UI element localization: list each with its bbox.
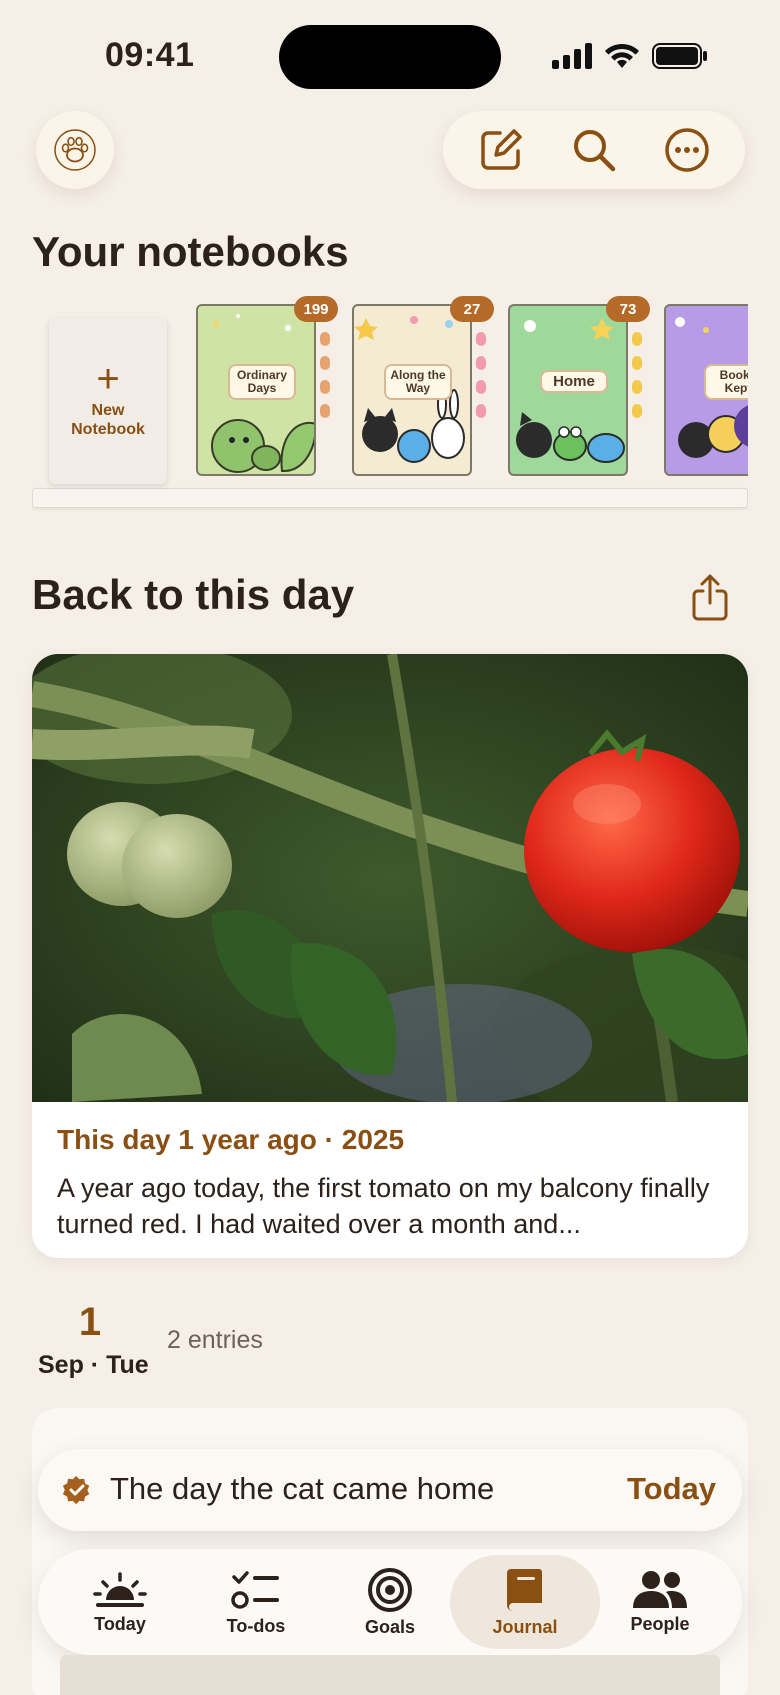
notebook-title: Home	[540, 370, 608, 393]
notebook-ordinary-days[interactable]: Ordinary Days 199	[196, 296, 338, 476]
header-actions	[443, 111, 745, 189]
checklist-icon	[231, 1570, 279, 1609]
tab-people[interactable]: People	[592, 1549, 728, 1655]
tab-label: To-dos	[226, 1615, 286, 1636]
tab-label: Goals	[364, 1616, 416, 1637]
target-icon	[368, 1567, 412, 1612]
notebook-books-kept[interactable]: Books Kept	[664, 304, 748, 476]
new-notebook-label: New Notebook	[71, 402, 145, 438]
wifi-icon	[605, 43, 639, 68]
search-button[interactable]	[564, 120, 624, 180]
back-to-day-title: Back to this day	[32, 571, 355, 618]
verified-check-icon	[62, 1475, 90, 1505]
tab-bar: Today To-dos Goals Journal People	[38, 1549, 742, 1655]
notebooks-title: Your notebooks	[32, 228, 349, 275]
memory-card[interactable]: This day 1 year ago · 2025 A year ago to…	[32, 654, 748, 1258]
status-time: 09:41	[105, 36, 195, 74]
new-notebook-button[interactable]: + New Notebook	[49, 318, 167, 484]
notebook-along-the-way[interactable]: Along the Way 27	[352, 296, 494, 476]
share-icon	[692, 574, 728, 621]
tab-label: Journal	[492, 1616, 558, 1637]
compose-icon	[481, 129, 523, 170]
status-bar: 09:41	[0, 0, 780, 110]
status-icons	[552, 42, 708, 70]
banner-title: The day the cat came home	[110, 1471, 495, 1506]
entry-count-badge: 199	[294, 296, 338, 322]
notebook-rings	[476, 332, 486, 418]
notebook-shelf: + New Notebook Ordinary Days 199 Along t…	[32, 296, 748, 510]
notebook-home[interactable]: Home 73	[508, 296, 650, 476]
tab-today[interactable]: Today	[52, 1549, 188, 1655]
search-icon	[573, 130, 616, 172]
profile-button[interactable]	[36, 111, 114, 189]
notebook-title: Books Kept	[704, 364, 748, 400]
date-day: 1	[78, 1300, 102, 1344]
paw-icon	[54, 129, 96, 171]
current-entry-banner[interactable]: The day the cat came home Today	[38, 1449, 742, 1531]
book-icon	[507, 1568, 542, 1611]
entry-count-badge: 73	[606, 296, 650, 322]
more-icon	[664, 128, 709, 172]
notebook-rings	[632, 332, 642, 418]
shelf-board	[32, 488, 748, 508]
dynamic-island	[279, 25, 501, 89]
sunrise-icon	[93, 1571, 147, 1607]
memory-text: A year ago today, the first tomato on my…	[57, 1173, 710, 1239]
share-button[interactable]	[690, 573, 730, 621]
entry-count-badge: 27	[450, 296, 494, 322]
notebook-title: Ordinary Days	[228, 364, 296, 400]
tab-label: Today	[94, 1613, 146, 1634]
notebook-title: Along the Way	[384, 364, 452, 400]
compose-button[interactable]	[471, 120, 531, 180]
tomato-photo	[32, 654, 748, 1102]
battery-icon	[652, 43, 707, 69]
tab-label: People	[630, 1613, 690, 1634]
tab-journal[interactable]: Journal	[450, 1555, 600, 1649]
people-icon	[633, 1570, 687, 1608]
more-button[interactable]	[657, 120, 717, 180]
today-button[interactable]: Today	[627, 1471, 716, 1507]
notebook-rings	[320, 332, 330, 418]
next-card-peek	[60, 1655, 720, 1695]
cellular-signal-icon	[552, 43, 592, 69]
memory-heading: This day 1 year ago · 2025	[57, 1124, 405, 1155]
plus-icon: +	[96, 357, 120, 401]
entries-count: 2 entries	[167, 1326, 263, 1354]
tab-goals[interactable]: Goals	[322, 1549, 458, 1655]
date-weekday: Sep · Tue	[38, 1351, 149, 1379]
tab-to-dos[interactable]: To-dos	[188, 1549, 324, 1655]
